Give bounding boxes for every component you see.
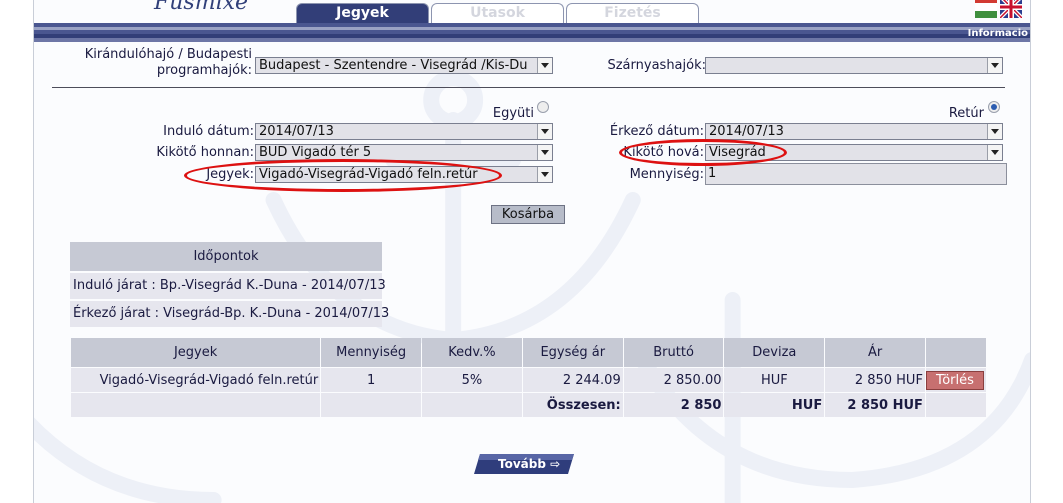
port-from-label: Kikötő honnan: [156, 145, 254, 160]
cell-quantity: 1 [321, 368, 422, 392]
delete-button[interactable]: Törlés [925, 370, 984, 390]
tab-utasok[interactable]: Utasok [431, 3, 564, 23]
tickets-value: Vigadó-Visegrád-Vigadó feln.retúr [259, 167, 478, 182]
column-header-empty [925, 338, 986, 367]
cell-ticket: Vigadó-Visegrád-Vigadó feln.retúr [71, 368, 321, 392]
divider [52, 87, 1005, 88]
cell-empty [321, 393, 422, 417]
column-header: Mennyiség [321, 338, 422, 367]
next-label-text: Tovább [498, 457, 546, 471]
port-from-value: BUD Vigadó tér 5 [259, 145, 372, 160]
tab-fizetes[interactable]: Fizetés [566, 3, 699, 23]
english-flag-icon[interactable] [1000, 0, 1022, 18]
programs-label: Kirándulóhajó / Budapesti programhajók: [84, 47, 252, 78]
hydrofoil-select[interactable] [705, 57, 1003, 74]
column-header: Ár [825, 338, 925, 367]
chevron-down-icon [537, 167, 552, 182]
return-label: Retúr [948, 106, 984, 121]
tickets-label: Jegyek: [206, 167, 254, 182]
chevron-down-icon [987, 58, 1002, 73]
cell-unit-price: 2 244.09 [522, 368, 623, 392]
total-row: Összesen: 2 850 HUF 2 850 HUF [71, 393, 986, 417]
quantity-label: Mennyiség: [629, 167, 704, 182]
departure-date-value: 2014/07/13 [259, 124, 334, 139]
chevron-down-icon [537, 124, 552, 139]
add-to-cart-button[interactable]: Kosárba [491, 205, 565, 224]
header-stripe [34, 38, 1030, 42]
arrival-date-value: 2014/07/13 [709, 124, 784, 139]
arrow-right-icon: ⇨ [550, 457, 561, 471]
logo-text: Füsmixe [154, 0, 249, 15]
tab-jegyek[interactable]: Jegyek [296, 3, 429, 23]
cell-price: 2 850 HUF [825, 368, 925, 392]
column-header: Kedv.% [422, 338, 522, 367]
column-header: Deviza [724, 338, 825, 367]
cell-currency: HUF [724, 368, 825, 392]
chevron-down-icon [537, 145, 552, 160]
total-price: 2 850 HUF [825, 393, 925, 417]
cart-table: Jegyek Mennyiség Kedv.% Egység ár Bruttó… [70, 337, 987, 418]
arrival-date-label: Érkező dátum: [609, 124, 704, 139]
chevron-down-icon [987, 145, 1002, 160]
port-to-select[interactable]: Visegrád [705, 144, 1003, 161]
timetable-title: Időpontok [70, 242, 382, 271]
column-header: Egység ár [522, 338, 623, 367]
column-header: Jegyek [71, 338, 321, 367]
column-header: Bruttó [623, 338, 724, 367]
cell-empty [422, 393, 522, 417]
oneway-label: Együti [492, 106, 534, 121]
cell-discount: 5% [422, 368, 522, 392]
cell-empty [71, 393, 321, 417]
oneway-radio[interactable] [537, 101, 549, 113]
port-from-select[interactable]: BUD Vigadó tér 5 [255, 144, 553, 161]
chevron-down-icon [987, 124, 1002, 139]
total-label: Összesen: [522, 393, 623, 417]
quantity-input[interactable]: 1 [705, 163, 1007, 185]
tickets-select[interactable]: Vigadó-Visegrád-Vigadó feln.retúr [255, 166, 553, 183]
hungarian-flag-icon[interactable] [975, 0, 997, 18]
cell-delete: Törlés [925, 368, 986, 392]
cart-header-row: Jegyek Mennyiség Kedv.% Egység ár Bruttó… [71, 338, 986, 367]
arrival-trip: Érkező járat : Visegrád-Bp. K.-Duna - 20… [70, 301, 389, 327]
total-currency: HUF [724, 393, 825, 417]
cell-empty [925, 393, 986, 417]
chevron-down-icon [537, 58, 552, 73]
departure-date-select[interactable]: 2014/07/13 [255, 123, 553, 140]
total-gross: 2 850 [623, 393, 724, 417]
programs-select[interactable]: Budapest - Szentendre - Visegrád /Kis-Du [255, 57, 553, 74]
arrival-date-select[interactable]: 2014/07/13 [705, 123, 1003, 140]
next-button[interactable]: Tovább ⇨ [474, 454, 574, 474]
programs-value: Budapest - Szentendre - Visegrád /Kis-Du [259, 58, 528, 73]
departure-date-label: Induló dátum: [163, 124, 254, 139]
info-link[interactable]: Informacio [968, 28, 1028, 39]
departure-trip: Induló járat : Bp.-Visegrád K.-Duna - 20… [70, 273, 386, 299]
logo-icon [76, 0, 116, 6]
cell-gross: 2 850.00 [623, 368, 724, 392]
hydrofoil-label: Szárnyashajók: [607, 58, 706, 73]
table-row: Vigadó-Visegrád-Vigadó feln.retúr 1 5% 2… [71, 368, 986, 392]
booking-page: Füsmixe Jegyek Utasok Fizetés Informacio… [33, 0, 1031, 503]
timetable: Időpontok Induló járat : Bp.-Visegrád K.… [70, 242, 389, 327]
port-to-value: Visegrád [709, 145, 766, 160]
return-radio[interactable] [988, 101, 1000, 113]
port-to-label: Kikötő hová: [623, 145, 704, 160]
next-button-label: Tovább ⇨ [474, 454, 574, 474]
